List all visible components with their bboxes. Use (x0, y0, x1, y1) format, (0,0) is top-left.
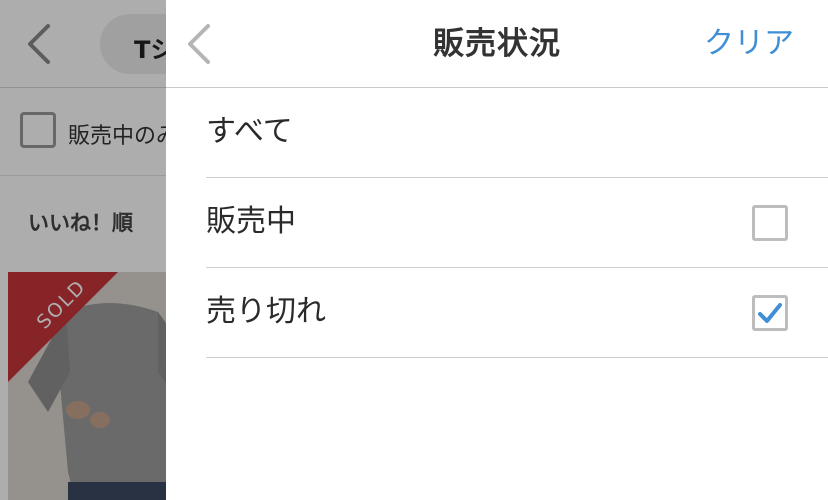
option-label: すべて (206, 114, 293, 149)
option-label: 販売中 (206, 204, 296, 239)
option-on-sale[interactable]: 販売中 (206, 178, 828, 268)
sold-out-checkbox[interactable] (752, 295, 788, 331)
on-sale-checkbox[interactable] (752, 205, 788, 241)
sale-status-panel: 販売状況 クリア すべて 販売中 売り切れ (166, 0, 828, 500)
clear-button[interactable]: クリア (704, 0, 794, 88)
back-chevron-icon[interactable] (178, 20, 218, 68)
panel-header: 販売状況 クリア (166, 0, 828, 88)
checkmark-icon (758, 303, 782, 323)
option-label: 売り切れ (206, 294, 326, 329)
sale-status-options: すべて 販売中 売り切れ (206, 88, 828, 358)
option-all[interactable]: すべて (206, 88, 828, 178)
option-sold-out[interactable]: 売り切れ (206, 268, 828, 358)
